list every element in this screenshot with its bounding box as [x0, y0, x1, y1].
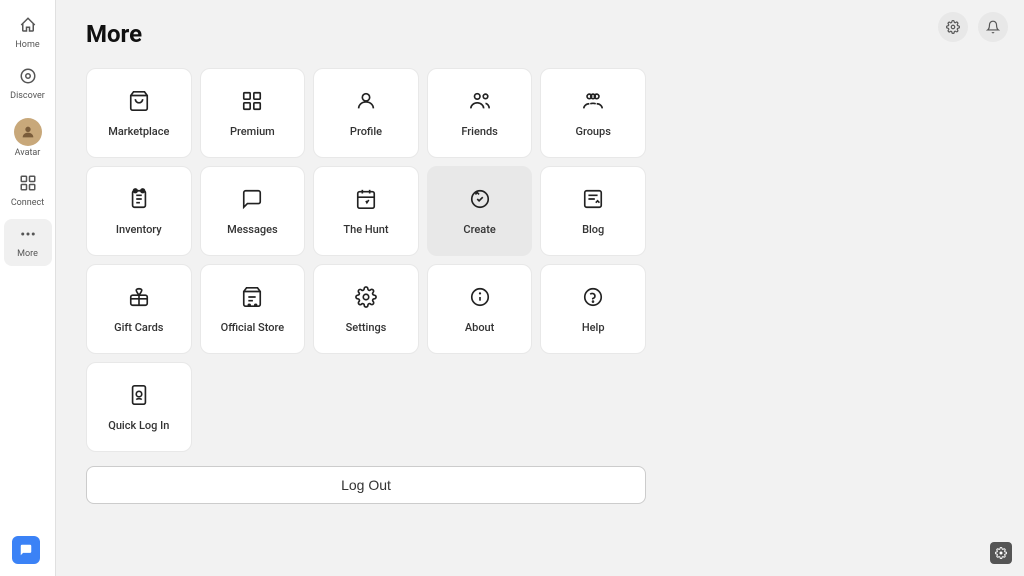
help-item[interactable]: Help — [540, 264, 646, 354]
create-label: Create — [463, 223, 495, 237]
settings-icon — [355, 286, 377, 313]
settings-bottom-button[interactable] — [990, 542, 1012, 564]
sidebar-item-discover[interactable]: Discover — [4, 61, 52, 108]
about-icon — [469, 286, 491, 313]
help-label: Help — [582, 321, 605, 335]
groups-icon — [582, 90, 604, 117]
inventory-icon — [128, 188, 150, 215]
sidebar-item-avatar-label: Avatar — [15, 148, 41, 159]
friends-item[interactable]: Friends — [427, 68, 533, 158]
profile-label: Profile — [350, 125, 382, 139]
officialstore-icon — [241, 286, 263, 313]
blog-item[interactable]: Blog — [540, 166, 646, 256]
about-item[interactable]: About — [427, 264, 533, 354]
blog-icon — [582, 188, 604, 215]
marketplace-label: Marketplace — [108, 125, 169, 139]
giftcards-label: Gift Cards — [114, 321, 163, 335]
sidebar-item-discover-label: Discover — [10, 91, 45, 102]
logout-section: Log Out — [86, 466, 646, 504]
marketplace-item[interactable]: Marketplace — [86, 68, 192, 158]
logout-button[interactable]: Log Out — [86, 466, 646, 504]
notification-button[interactable] — [978, 12, 1008, 42]
marketplace-icon — [128, 90, 150, 117]
sidebar-item-avatar[interactable]: Avatar — [4, 112, 52, 165]
page-title: More — [86, 20, 994, 48]
thehunt-item[interactable]: The Hunt — [313, 166, 419, 256]
blog-label: Blog — [582, 223, 604, 237]
sidebar-item-more[interactable]: More — [4, 219, 52, 266]
settings-label: Settings — [346, 321, 387, 335]
main-content: More Marketplace Premium Profile Frie — [56, 0, 1024, 576]
quicklogin-item[interactable]: Quick Log In — [86, 362, 192, 452]
giftcards-item[interactable]: Gift Cards — [86, 264, 192, 354]
friends-label: Friends — [461, 125, 498, 139]
giftcards-icon — [128, 286, 150, 313]
topbar-icons — [938, 12, 1008, 42]
inventory-item[interactable]: Inventory — [86, 166, 192, 256]
sidebar: Home Discover Avatar Connect More — [0, 0, 56, 576]
premium-item[interactable]: Premium — [200, 68, 306, 158]
messages-item[interactable]: Messages — [200, 166, 306, 256]
menu-grid: Marketplace Premium Profile Friends Grou… — [86, 68, 646, 452]
groups-label: Groups — [575, 125, 610, 139]
officialstore-item[interactable]: Official Store — [200, 264, 306, 354]
profile-icon — [355, 90, 377, 117]
messages-icon — [241, 188, 263, 215]
settings-item[interactable]: Settings — [313, 264, 419, 354]
discover-icon — [19, 67, 37, 89]
premium-label: Premium — [230, 125, 275, 139]
friends-icon — [469, 90, 491, 117]
sidebar-item-more-label: More — [17, 249, 38, 260]
about-label: About — [465, 321, 495, 335]
create-item[interactable]: Create — [427, 166, 533, 256]
quicklogin-label: Quick Log In — [108, 419, 169, 433]
chat-bottom-button[interactable] — [12, 536, 40, 564]
thehunt-label: The Hunt — [343, 223, 388, 237]
premium-icon — [241, 90, 263, 117]
help-icon — [582, 286, 604, 313]
sidebar-item-connect-label: Connect — [11, 198, 44, 209]
avatar — [14, 118, 42, 146]
settings-topbar-button[interactable] — [938, 12, 968, 42]
sidebar-item-connect[interactable]: Connect — [4, 168, 52, 215]
connect-icon — [19, 174, 37, 196]
officialstore-label: Official Store — [221, 321, 285, 335]
sidebar-item-home[interactable]: Home — [4, 10, 52, 57]
inventory-label: Inventory — [116, 223, 162, 237]
thehunt-icon — [355, 188, 377, 215]
messages-label: Messages — [227, 223, 278, 237]
groups-item[interactable]: Groups — [540, 68, 646, 158]
quicklogin-icon — [128, 384, 150, 411]
home-icon — [19, 16, 37, 38]
more-icon — [19, 225, 37, 247]
profile-item[interactable]: Profile — [313, 68, 419, 158]
create-icon — [469, 188, 491, 215]
sidebar-item-home-label: Home — [15, 40, 39, 51]
